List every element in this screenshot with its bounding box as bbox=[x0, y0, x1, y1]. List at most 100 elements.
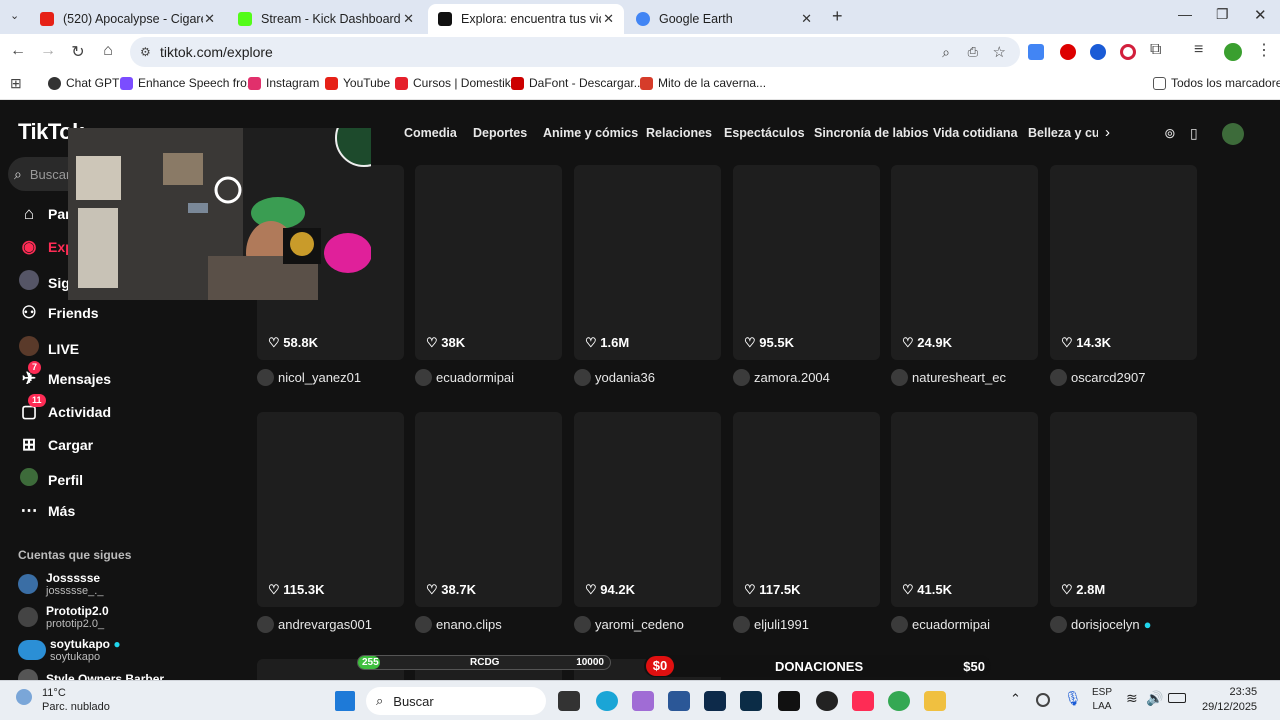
new-tab-button[interactable]: + bbox=[832, 6, 843, 27]
all-bookmarks[interactable]: Todos los marcadores bbox=[1153, 76, 1280, 90]
category-tab[interactable]: Deportes bbox=[473, 126, 527, 140]
sidebar-item-actividad[interactable]: ▢ 11 Actividad bbox=[18, 394, 111, 422]
clock[interactable]: 23:35 29/12/2025 bbox=[1202, 685, 1257, 715]
category-tab[interactable]: Anime y cómics bbox=[543, 126, 638, 140]
windows-start-icon[interactable] bbox=[335, 691, 355, 711]
close-icon[interactable]: ✕ bbox=[801, 11, 812, 27]
sidebar-item-mensajes[interactable]: ✈ 7 Mensajes bbox=[18, 361, 111, 389]
video-author[interactable]: yodania36 bbox=[574, 369, 655, 386]
translate-extension-icon[interactable] bbox=[1028, 44, 1044, 60]
media-control-icon[interactable]: ≡ bbox=[1194, 41, 1203, 59]
sidebar-item-friends[interactable]: ⚇ Friends bbox=[18, 303, 98, 323]
minimize-button[interactable]: — bbox=[1178, 6, 1192, 22]
search-input[interactable]: ⌕ Buscar bbox=[8, 157, 70, 191]
browser-tab-active[interactable]: Explora: encuentra tus videos favoritos … bbox=[428, 4, 624, 34]
video-card[interactable]: ♡ 38K bbox=[415, 165, 562, 360]
bookmark-item[interactable]: DaFont - Descargar... bbox=[511, 76, 644, 90]
taskbar-search[interactable]: ⌕ Buscar bbox=[366, 687, 546, 715]
video-author[interactable]: yaromi_cedeno bbox=[574, 616, 684, 633]
following-account[interactable]: Prototip2.0 prototip2.0_ bbox=[18, 604, 109, 630]
reload-icon[interactable]: ↻ bbox=[64, 42, 92, 62]
battery-icon[interactable] bbox=[1168, 693, 1186, 703]
following-account[interactable]: Style Owners Barber bbox=[18, 669, 164, 680]
video-card[interactable]: ♡ 117.5K bbox=[733, 412, 880, 607]
extensions-puzzle-icon[interactable]: ⧉ bbox=[1150, 41, 1161, 59]
following-account[interactable]: Jossssse jossssse_._ bbox=[18, 571, 103, 597]
tray-app-icon[interactable] bbox=[1036, 693, 1050, 707]
video-author[interactable]: dorisjocelyn ● bbox=[1050, 616, 1152, 633]
install-icon[interactable]: ⎙ bbox=[968, 44, 978, 60]
close-window-button[interactable]: ✕ bbox=[1254, 6, 1267, 24]
volume-icon[interactable]: 🔊 bbox=[1146, 690, 1163, 707]
category-tab[interactable]: Comedia bbox=[404, 126, 457, 140]
category-tab[interactable]: Vida cotidiana bbox=[933, 126, 1018, 140]
video-card[interactable]: ♡ 115.3K bbox=[257, 412, 404, 607]
browser-tab[interactable]: Stream - Kick Dashboard ✕ bbox=[228, 4, 424, 34]
tab-search-icon[interactable]: ⌄ bbox=[10, 9, 19, 22]
video-author[interactable]: ecuadormipai bbox=[891, 616, 990, 633]
forward-icon[interactable]: → bbox=[34, 42, 62, 60]
profile-avatar[interactable] bbox=[1224, 43, 1242, 61]
bookmark-item[interactable]: Instagram bbox=[248, 76, 319, 90]
word-icon[interactable] bbox=[668, 691, 690, 711]
video-author[interactable]: eljuli1991 bbox=[733, 616, 809, 633]
sidebar-item-mas[interactable]: ⋯ Más bbox=[18, 501, 76, 521]
video-author[interactable]: enano.clips bbox=[415, 616, 502, 633]
chrome-icon[interactable] bbox=[888, 691, 910, 711]
microphone-icon[interactable]: 🎙 bbox=[1064, 690, 1082, 707]
tiktok-app-icon[interactable] bbox=[852, 691, 874, 711]
capcut-icon[interactable] bbox=[778, 691, 800, 711]
user-avatar[interactable] bbox=[1222, 123, 1244, 145]
bookmark-item[interactable]: Enhance Speech fro... bbox=[120, 76, 257, 90]
video-author[interactable]: nicol_yanez01 bbox=[257, 369, 361, 386]
video-card[interactable]: ♡ 94.2K bbox=[574, 412, 721, 607]
category-tab[interactable]: Sincronía de labios bbox=[814, 126, 929, 140]
chevron-right-icon[interactable]: › bbox=[1105, 124, 1110, 141]
tray-chevron-icon[interactable]: ⌃ bbox=[1010, 691, 1021, 707]
category-tab[interactable]: Relaciones bbox=[646, 126, 712, 140]
task-view-icon[interactable] bbox=[558, 691, 580, 711]
browser-tab[interactable]: (520) Apocalypse - Cigarettes After Sex … bbox=[30, 4, 225, 34]
following-account[interactable]: soytukapo ● soytukapo bbox=[18, 637, 121, 663]
video-author[interactable]: andrevargas001 bbox=[257, 616, 372, 633]
video-author[interactable]: zamora.2004 bbox=[733, 369, 830, 386]
close-icon[interactable]: ✕ bbox=[603, 11, 614, 27]
back-icon[interactable]: ← bbox=[4, 42, 32, 60]
category-tab[interactable]: Belleza y cuidado bbox=[1028, 126, 1098, 140]
close-icon[interactable]: ✕ bbox=[204, 11, 215, 27]
site-info-icon[interactable]: ⚙ bbox=[140, 45, 151, 59]
video-author[interactable]: ecuadormipai bbox=[415, 369, 514, 386]
video-card[interactable]: ♡ 38.7K bbox=[415, 412, 562, 607]
browser-tab[interactable]: Google Earth ✕ bbox=[626, 4, 822, 34]
photoshop-icon[interactable] bbox=[704, 691, 726, 711]
video-card[interactable]: ♡ 1.6M bbox=[574, 165, 721, 360]
sidebar-item-cargar[interactable]: ⊞ Cargar bbox=[18, 435, 93, 455]
close-icon[interactable]: ✕ bbox=[403, 11, 414, 27]
bookmark-item[interactable]: YouTube bbox=[325, 76, 390, 90]
sidebar-item-live[interactable]: LIVE bbox=[18, 336, 79, 361]
extension-icon[interactable] bbox=[1090, 44, 1106, 60]
bookmark-item[interactable]: Chat GPT bbox=[48, 76, 119, 90]
video-author[interactable]: naturesheart_ec bbox=[891, 369, 1006, 386]
video-card[interactable]: ♡ 41.5K bbox=[891, 412, 1038, 607]
menu-icon[interactable]: ⋮ bbox=[1256, 40, 1272, 60]
language-indicator[interactable]: ESP LAA bbox=[1092, 686, 1112, 714]
lightroom-icon[interactable] bbox=[740, 691, 762, 711]
home-icon[interactable]: ⌂ bbox=[94, 42, 122, 60]
video-card[interactable]: ♡ 95.5K bbox=[733, 165, 880, 360]
wifi-icon[interactable]: ≋ bbox=[1126, 690, 1138, 707]
bookmark-star-icon[interactable]: ☆ bbox=[993, 43, 1006, 61]
sidebar-item-perfil[interactable]: Perfil bbox=[18, 468, 83, 491]
edge-icon[interactable] bbox=[596, 691, 618, 711]
video-card[interactable]: ♡ 2.8M bbox=[1050, 412, 1197, 607]
video-card[interactable]: ♡ 14.3K bbox=[1050, 165, 1197, 360]
obs-icon[interactable] bbox=[816, 691, 838, 711]
video-author[interactable]: oscarcd2907 bbox=[1050, 369, 1145, 386]
file-explorer-icon[interactable] bbox=[924, 691, 946, 711]
restore-button[interactable]: ❐ bbox=[1216, 6, 1229, 23]
video-card[interactable]: ♡ 24.9K bbox=[891, 165, 1038, 360]
device-icon[interactable]: ▯ bbox=[1190, 125, 1198, 142]
zoom-icon[interactable]: ⌕ bbox=[942, 44, 950, 61]
apps-icon[interactable]: ⊞ bbox=[10, 75, 22, 92]
bookmark-item[interactable]: Cursos | Domestika bbox=[395, 76, 517, 90]
